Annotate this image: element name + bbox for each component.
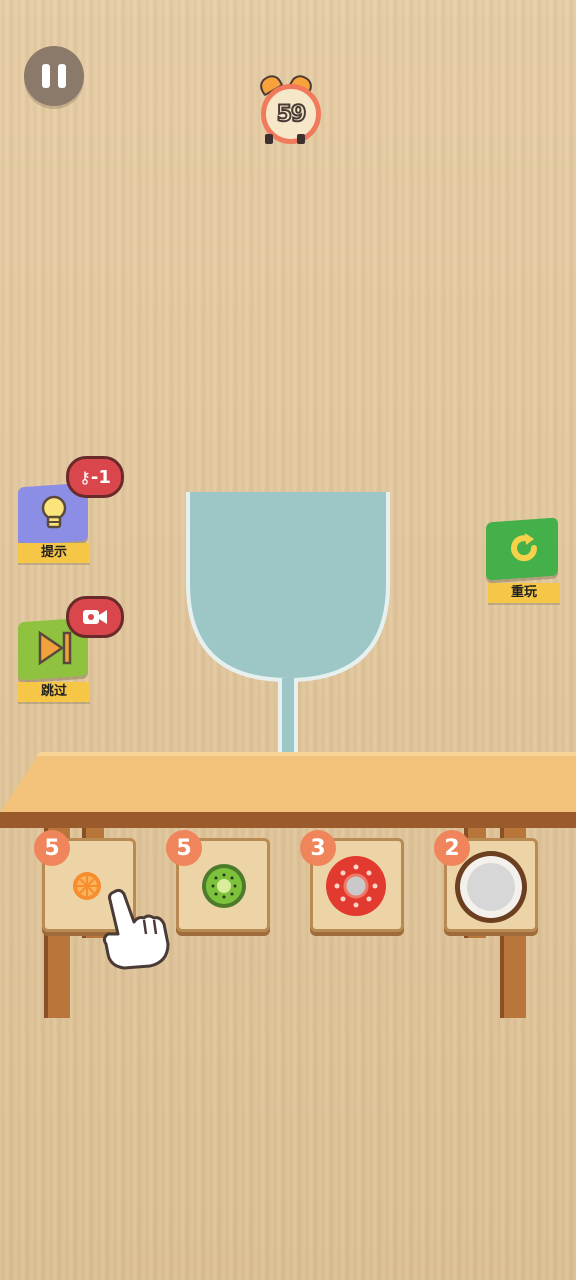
skip-icon bbox=[38, 630, 72, 666]
replay-button[interactable]: 重玩 bbox=[486, 517, 566, 605]
fruit-count-badge: 3 bbox=[300, 830, 336, 866]
skip-label: 跳过 bbox=[18, 682, 90, 702]
video-ad-bubble bbox=[66, 596, 124, 638]
wine-glass bbox=[186, 492, 390, 788]
pause-icon bbox=[42, 64, 50, 88]
lightbulb-icon bbox=[41, 495, 67, 529]
replay-label: 重玩 bbox=[488, 583, 560, 603]
hint-cost-bubble: ⚷ -1 bbox=[66, 456, 124, 498]
key-icon: ⚷ bbox=[79, 467, 91, 487]
fruit-count-badge: 5 bbox=[34, 830, 70, 866]
shelf-top bbox=[0, 752, 576, 812]
alarm-clock-timer: 59 bbox=[255, 71, 323, 146]
video-icon bbox=[83, 610, 107, 624]
fruit-count-badge: 2 bbox=[434, 830, 470, 866]
replay-icon bbox=[511, 533, 538, 562]
shelf-edge bbox=[0, 812, 576, 828]
hint-label: 提示 bbox=[18, 543, 90, 563]
fruit-count-badge: 5 bbox=[166, 830, 202, 866]
tomato-slice-icon bbox=[326, 856, 386, 916]
pause-button[interactable] bbox=[24, 46, 84, 106]
kiwi-slice-icon bbox=[202, 864, 246, 908]
orange-slice-icon bbox=[73, 872, 101, 900]
tutorial-hand-pointer-icon bbox=[102, 888, 170, 970]
timer-value: 59 bbox=[276, 101, 308, 128]
